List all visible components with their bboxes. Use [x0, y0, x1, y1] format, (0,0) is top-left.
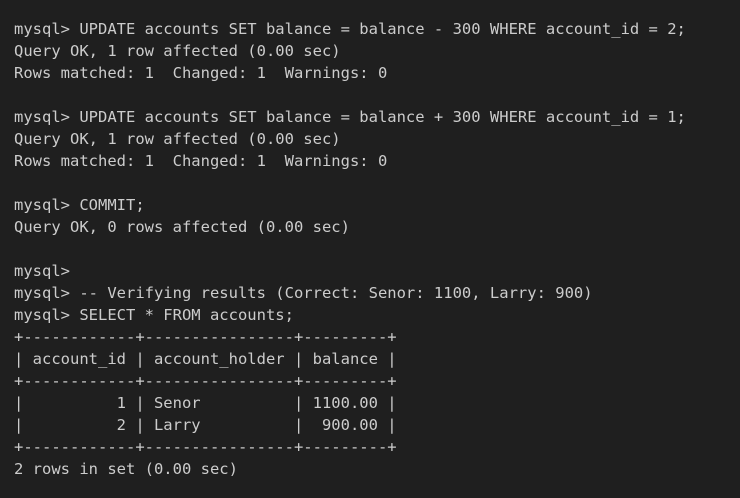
table-border-mid: +------------+----------------+---------…: [14, 372, 397, 390]
table-row: | 1 | Senor | 1100.00 |: [14, 394, 397, 412]
table-header-row: | account_id | account_holder | balance …: [14, 350, 397, 368]
result-summary: 2 rows in set (0.00 sec): [14, 460, 238, 478]
comment-line: mysql> -- Verifying results (Correct: Se…: [14, 284, 593, 302]
commit-command: mysql> COMMIT;: [14, 196, 145, 214]
query-result-2: Query OK, 1 row affected (0.00 sec): [14, 130, 341, 148]
table-border-top: +------------+----------------+---------…: [14, 328, 397, 346]
update-command-2: mysql> UPDATE accounts SET balance = bal…: [14, 108, 686, 126]
empty-prompt: mysql>: [14, 262, 70, 280]
table-row: | 2 | Larry | 900.00 |: [14, 416, 397, 434]
commit-result: Query OK, 0 rows affected (0.00 sec): [14, 218, 350, 236]
rows-info-1: Rows matched: 1 Changed: 1 Warnings: 0: [14, 64, 388, 82]
select-command: mysql> SELECT * FROM accounts;: [14, 306, 294, 324]
terminal-output[interactable]: mysql> UPDATE accounts SET balance = bal…: [0, 0, 740, 498]
update-command-1: mysql> UPDATE accounts SET balance = bal…: [14, 20, 686, 38]
table-border-bottom: +------------+----------------+---------…: [14, 438, 397, 456]
rows-info-2: Rows matched: 1 Changed: 1 Warnings: 0: [14, 152, 388, 170]
query-result-1: Query OK, 1 row affected (0.00 sec): [14, 42, 341, 60]
